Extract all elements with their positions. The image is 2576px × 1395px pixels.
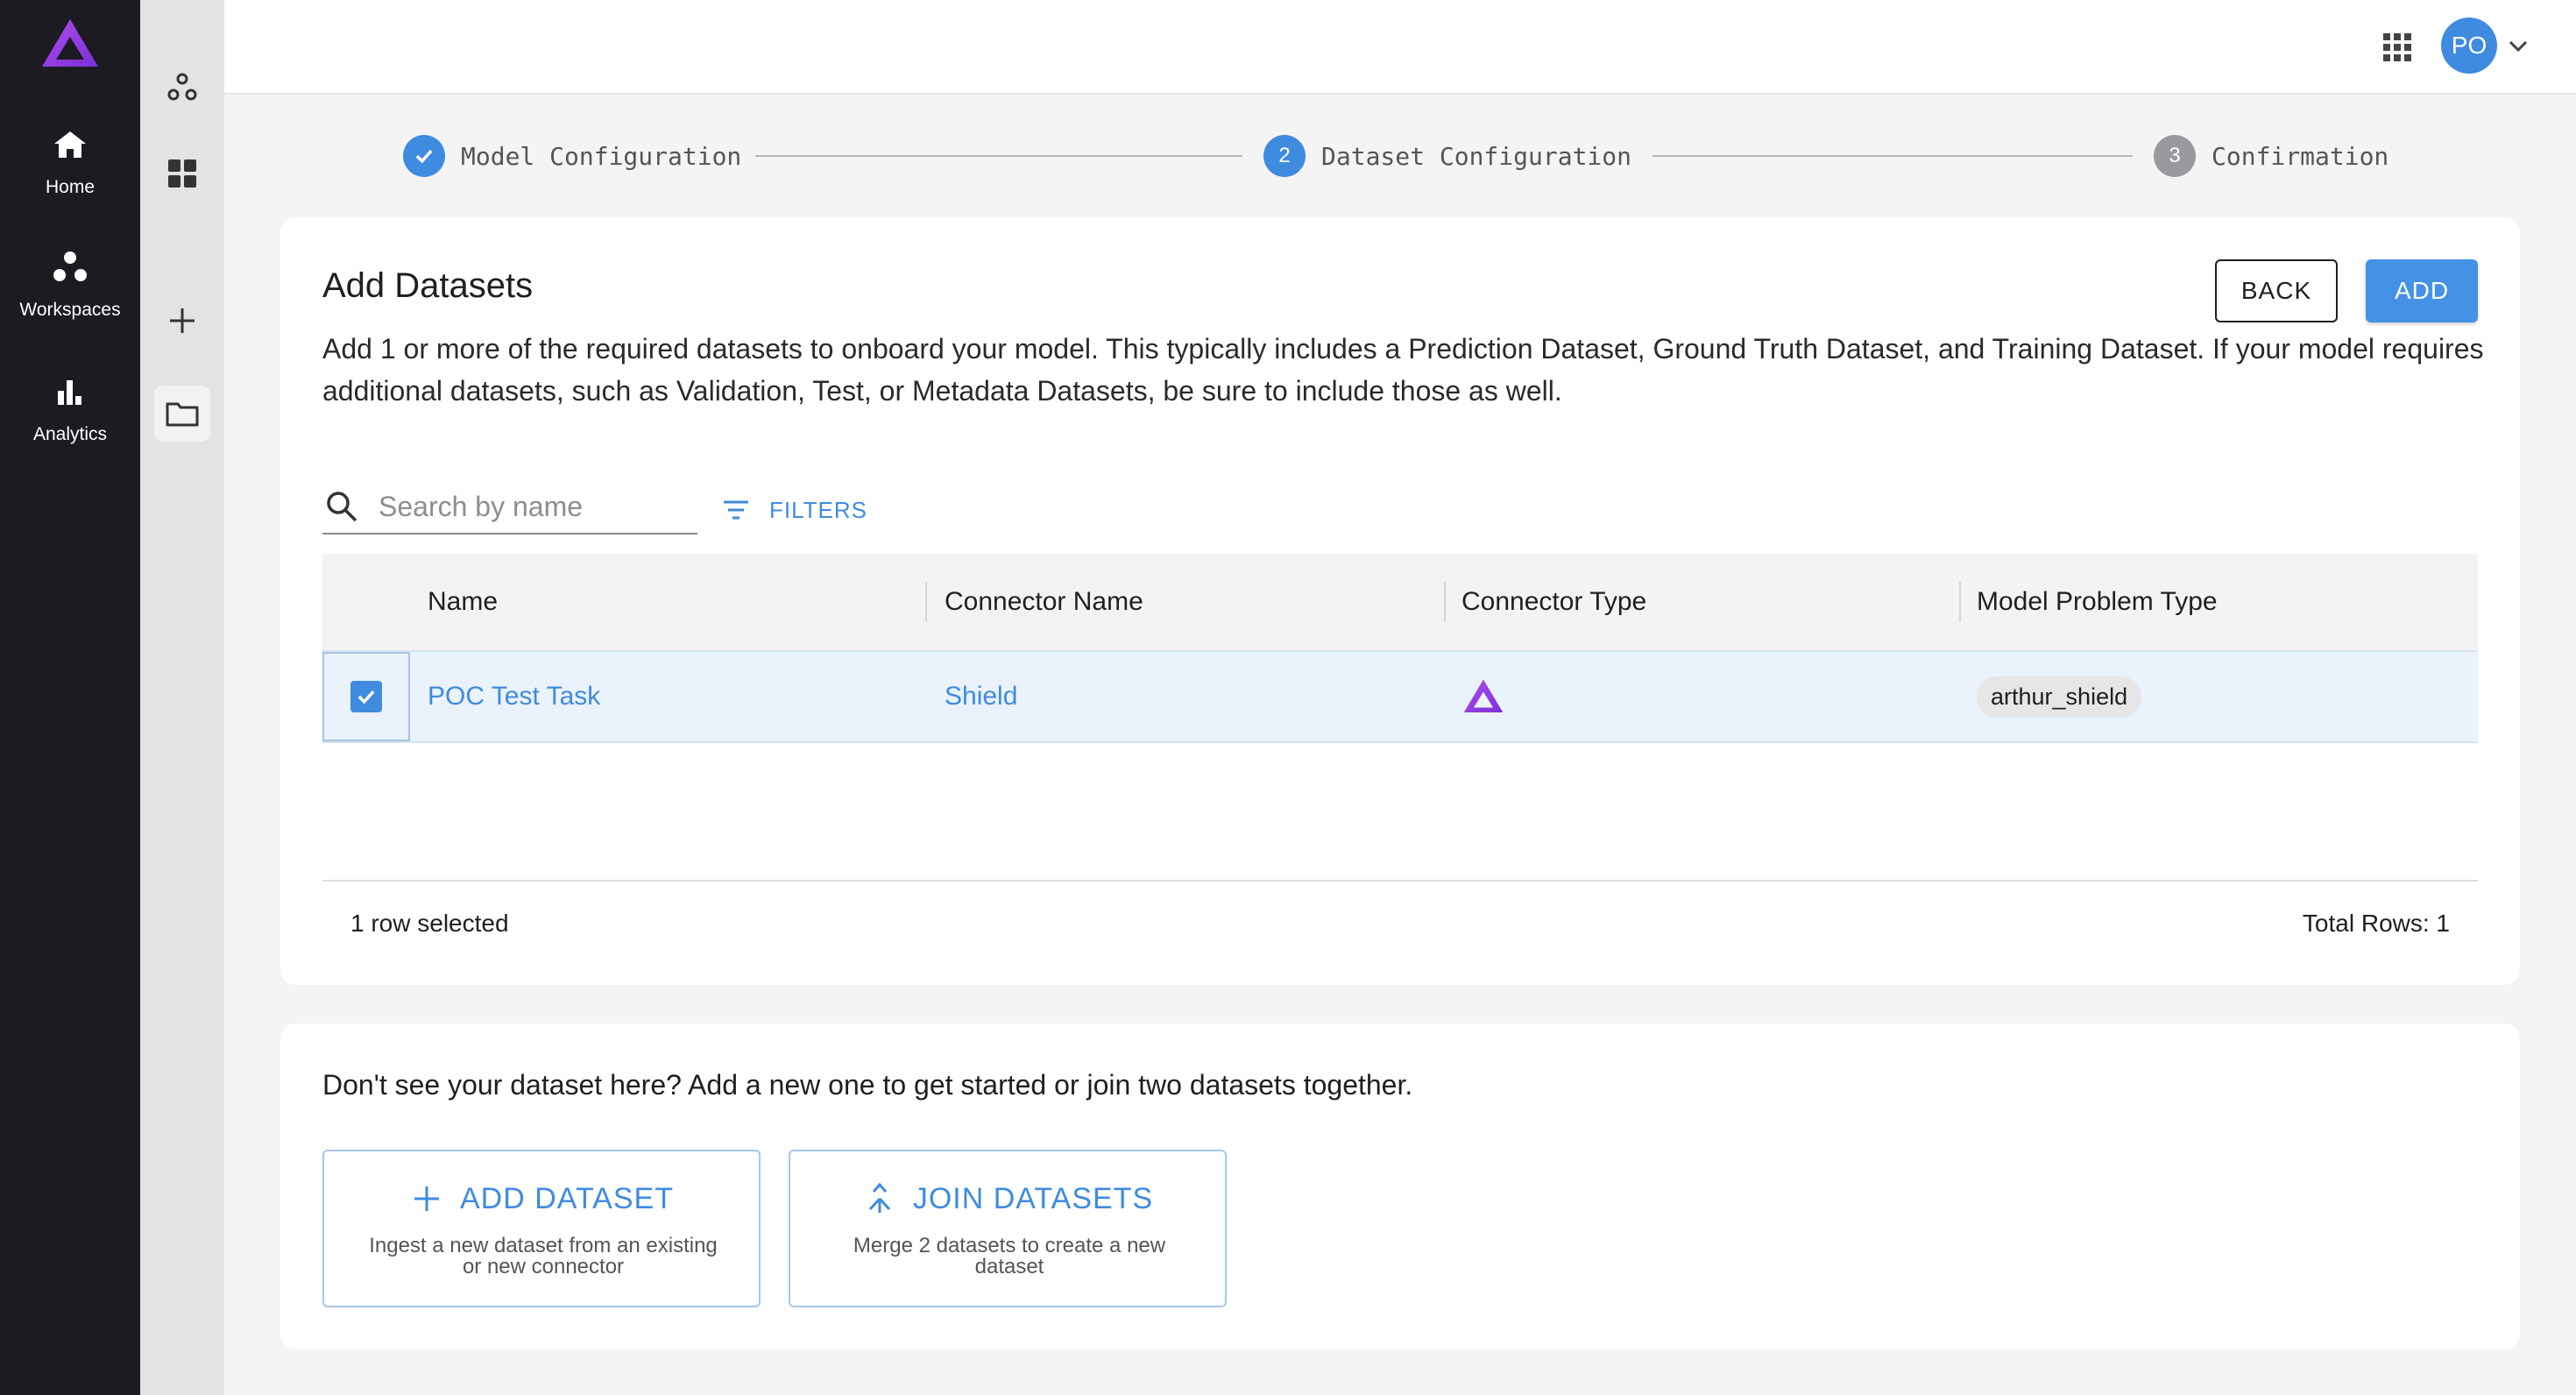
column-separator[interactable] <box>1444 582 1446 622</box>
join-datasets-description: Merge 2 datasets to create a new dataset <box>853 1234 1166 1278</box>
column-header-connector-name[interactable]: Connector Name <box>945 554 1143 650</box>
add-dataset-heading: ADD DATASET <box>324 1181 759 1216</box>
step-label: Dataset Configuration <box>1321 141 1632 171</box>
column-header-name[interactable]: Name <box>428 554 498 650</box>
connector-type-cell <box>1461 652 1505 741</box>
column-separator[interactable] <box>1959 582 1961 622</box>
add-dataset-button[interactable]: ADD DATASET Ingest a new dataset from an… <box>322 1150 761 1307</box>
step-done-badge <box>403 135 445 177</box>
secondary-rail <box>140 0 224 1395</box>
rows-selected-count: 1 row selected <box>350 910 509 937</box>
table-row[interactable]: POC Test Task Shield arthur_shield <box>322 650 2478 743</box>
rail-hierarchy-button[interactable] <box>154 60 210 116</box>
step-model-configuration: Model Configuration <box>403 135 741 177</box>
datasets-table: Name Connector Name Connector Type Model… <box>322 554 2478 743</box>
step-dataset-configuration: 2 Dataset Configuration <box>1263 135 1631 177</box>
add-button[interactable]: ADD <box>2366 259 2478 322</box>
model-problem-type-cell: arthur_shield <box>1977 652 2142 741</box>
nav-item-home[interactable]: Home <box>0 124 140 198</box>
step-label: Confirmation <box>2212 141 2389 171</box>
workspaces-icon <box>53 251 87 281</box>
new-dataset-prompt: Don't see your dataset here? Add a new o… <box>322 1069 1413 1101</box>
join-datasets-button[interactable]: JOIN DATASETS Merge 2 datasets to create… <box>789 1150 1227 1307</box>
filters-button[interactable]: FILTERS <box>718 492 867 528</box>
table-header: Name Connector Name Connector Type Model… <box>322 554 2478 650</box>
rail-folder-button[interactable] <box>154 386 210 442</box>
add-datasets-card: Add Datasets BACK ADD Add 1 or more of t… <box>280 217 2520 985</box>
row-select-cell[interactable] <box>322 652 410 741</box>
arthur-logo-icon <box>1463 679 1504 713</box>
check-icon <box>415 149 433 164</box>
folder-icon <box>166 402 199 427</box>
check-icon <box>357 690 375 705</box>
back-button[interactable]: BACK <box>2215 259 2338 322</box>
nav-item-label: Home <box>45 177 96 197</box>
step-connector <box>1652 155 2133 157</box>
column-separator[interactable] <box>925 582 927 622</box>
nav-item-label: Workspaces <box>19 300 121 320</box>
row-checkbox[interactable] <box>350 681 382 712</box>
dashboard-grid-icon <box>168 159 196 188</box>
plus-icon <box>170 308 195 333</box>
plus-icon <box>414 1186 439 1211</box>
total-rows-count: Total Rows: 1 <box>2302 910 2450 937</box>
step-number-badge: 3 <box>2154 135 2196 177</box>
nav-item-label: Analytics <box>32 424 108 444</box>
filter-icon <box>724 500 748 520</box>
connector-name-link[interactable]: Shield <box>945 652 1017 741</box>
analytics-icon <box>58 380 81 405</box>
add-dataset-label: ADD DATASET <box>460 1181 674 1215</box>
search-icon <box>327 492 357 522</box>
arthur-logo-icon[interactable] <box>39 16 102 72</box>
page-description: Add 1 or more of the required datasets t… <box>322 333 2484 407</box>
hierarchy-icon <box>167 73 197 101</box>
merge-icon <box>868 1182 890 1213</box>
chevron-down-icon[interactable] <box>2504 32 2532 60</box>
search-field <box>322 480 697 535</box>
top-bar: PO <box>224 0 2576 95</box>
nav-item-analytics[interactable]: Analytics <box>0 372 140 445</box>
new-dataset-card: Don't see your dataset here? Add a new o… <box>280 1023 2520 1349</box>
step-confirmation: 3 Confirmation <box>2154 135 2388 177</box>
rail-dashboard-button[interactable] <box>154 145 210 202</box>
add-dataset-description: Ingest a new dataset from an existing or… <box>369 1234 718 1278</box>
column-header-model-problem-type[interactable]: Model Problem Type <box>1977 554 2218 650</box>
problem-type-chip: arthur_shield <box>1977 676 2142 718</box>
page-title: Add Datasets <box>322 266 534 305</box>
dataset-name-link[interactable]: POC Test Task <box>428 652 600 741</box>
home-icon <box>54 131 86 158</box>
filters-label: FILTERS <box>769 496 867 523</box>
onboarding-stepper: Model Configuration 2 Dataset Configurat… <box>403 131 2401 181</box>
main-nav: Home Workspaces Analytics <box>0 0 140 1395</box>
user-avatar[interactable]: PO <box>2441 18 2497 74</box>
apps-grid-icon[interactable] <box>2380 30 2415 65</box>
table-footer-divider <box>322 880 2478 882</box>
join-datasets-heading: JOIN DATASETS <box>790 1181 1225 1216</box>
step-number-badge: 2 <box>1263 135 1306 177</box>
step-connector <box>755 155 1242 157</box>
step-label: Model Configuration <box>461 141 742 171</box>
search-input[interactable] <box>379 490 676 523</box>
join-datasets-label: JOIN DATASETS <box>912 1181 1154 1215</box>
column-header-connector-type[interactable]: Connector Type <box>1461 554 1646 650</box>
nav-item-workspaces[interactable]: Workspaces <box>0 247 140 321</box>
rail-add-button[interactable] <box>154 293 210 349</box>
